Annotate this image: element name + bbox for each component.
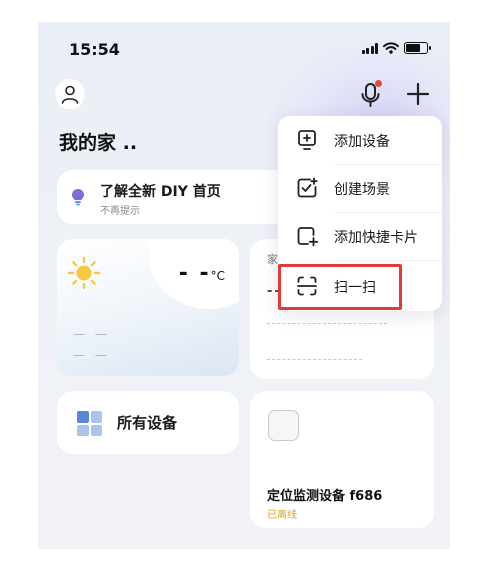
device-status: 已离线 [267, 510, 297, 521]
weather-row-1: — — [73, 327, 110, 341]
env-placeholder-line [267, 359, 362, 360]
temperature-unit: °C [210, 269, 225, 283]
add-device-icon [298, 130, 316, 150]
menu-item-create-scene[interactable]: 创建场景 [278, 164, 442, 212]
diy-intro-card[interactable]: 了解全新 DIY 首页 不再提示 [57, 170, 297, 224]
all-devices-card[interactable]: 所有设备 [57, 391, 239, 454]
voice-assistant-button[interactable] [360, 80, 382, 108]
env-placeholder-line [267, 323, 387, 324]
all-devices-label: 所有设备 [117, 414, 178, 432]
battery-icon [404, 42, 431, 54]
device-icon [268, 410, 299, 441]
env-label: 家 [267, 253, 278, 266]
add-button[interactable] [405, 81, 431, 107]
menu-item-label: 创建场景 [334, 182, 390, 198]
status-icons [361, 42, 431, 54]
temperature: - -°C [179, 261, 225, 286]
wifi-icon [383, 42, 399, 54]
temperature-value: - - [178, 261, 211, 286]
weather-card[interactable]: - -°C — — — — [57, 239, 239, 376]
scan-highlight-box [278, 264, 402, 310]
menu-item-add-shortcut-card[interactable]: 添加快捷卡片 [278, 212, 442, 260]
plus-icon [406, 82, 430, 106]
menu-divider [334, 260, 442, 261]
grid-icon [77, 411, 102, 436]
dismiss-link[interactable]: 不再提示 [100, 202, 140, 217]
weather-row-2: — — [73, 348, 110, 362]
notification-dot [375, 80, 382, 87]
status-time: 15:54 [69, 40, 120, 59]
home-title[interactable]: 我的家 .. [59, 128, 137, 155]
lightbulb-icon [72, 189, 84, 206]
menu-item-label: 添加快捷卡片 [334, 230, 418, 246]
menu-item-add-device[interactable]: 添加设备 [278, 116, 442, 164]
avatar[interactable] [55, 79, 85, 109]
device-card[interactable]: 定位监测设备 f686 已离线 [250, 391, 434, 528]
user-icon [61, 85, 79, 104]
sun-icon [67, 256, 101, 290]
add-shortcut-card-icon [297, 227, 318, 247]
diy-title: 了解全新 DIY 首页 [100, 184, 221, 200]
signal-icon [361, 42, 378, 54]
create-scene-icon [297, 177, 318, 198]
menu-item-label: 添加设备 [334, 134, 390, 150]
device-name: 定位监测设备 f686 [267, 489, 383, 504]
app-screen: 15:54 我的家 .. 了解全新 DIY 首页 不再提示 - -°C — — … [38, 22, 450, 549]
